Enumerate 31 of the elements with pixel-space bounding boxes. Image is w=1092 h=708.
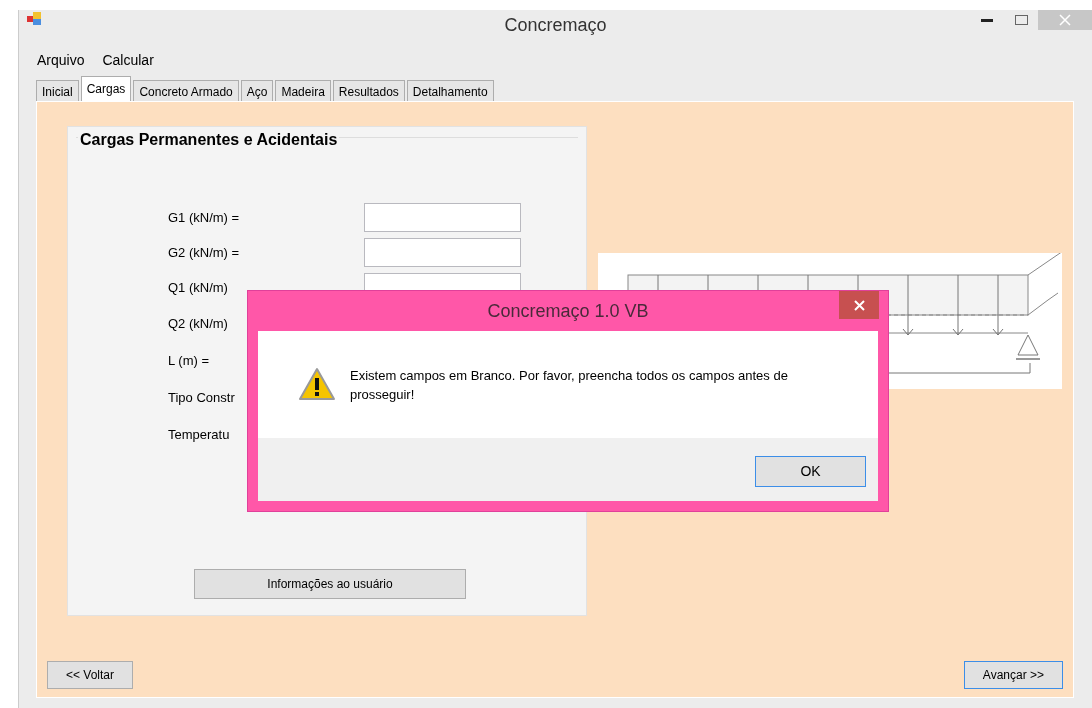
user-info-button[interactable]: Informações ao usuário xyxy=(194,569,466,599)
menu-item[interactable]: Calcular xyxy=(96,46,160,74)
field-label: L (m) = xyxy=(168,351,211,370)
dialog-title: Concremaço 1.0 VB xyxy=(487,299,649,323)
close-icon xyxy=(853,299,865,311)
field-label: G2 (kN/m) = xyxy=(168,243,241,262)
close-icon xyxy=(1059,14,1071,26)
warning-icon xyxy=(298,367,336,401)
window-title: Concremaço xyxy=(504,13,607,37)
field-label: Q1 (kN/m) xyxy=(168,278,229,297)
field-label: Temperatu xyxy=(168,425,231,444)
dialog-message: Existem campos em Branco. Por favor, preencha todos os campos antes de prosseguir! xyxy=(350,367,789,404)
menu-item[interactable]: Arquivo xyxy=(31,46,91,74)
field-label: G1 (kN/m) = xyxy=(168,208,241,227)
ok-button[interactable]: OK xyxy=(755,456,866,487)
tab[interactable]: Detalhamento xyxy=(406,80,494,101)
tab[interactable]: Inicial xyxy=(36,80,79,101)
tab[interactable]: Madeira xyxy=(275,80,331,101)
input-field[interactable] xyxy=(364,203,521,232)
tab[interactable]: Concreto Armado xyxy=(133,80,239,101)
minimize-icon xyxy=(981,18,993,22)
back-button[interactable]: << Voltar xyxy=(47,661,134,689)
input-field[interactable] xyxy=(364,238,521,267)
app-icon xyxy=(27,12,41,26)
next-button[interactable]: Avançar >> xyxy=(963,661,1063,689)
tab[interactable]: Aço xyxy=(240,80,274,101)
field-label: Q2 (kN/m) xyxy=(168,314,229,333)
tab[interactable]: Resultados xyxy=(332,80,405,101)
tab[interactable]: Cargas xyxy=(80,76,132,101)
maximize-icon xyxy=(1014,15,1028,25)
close-button[interactable] xyxy=(839,291,879,319)
